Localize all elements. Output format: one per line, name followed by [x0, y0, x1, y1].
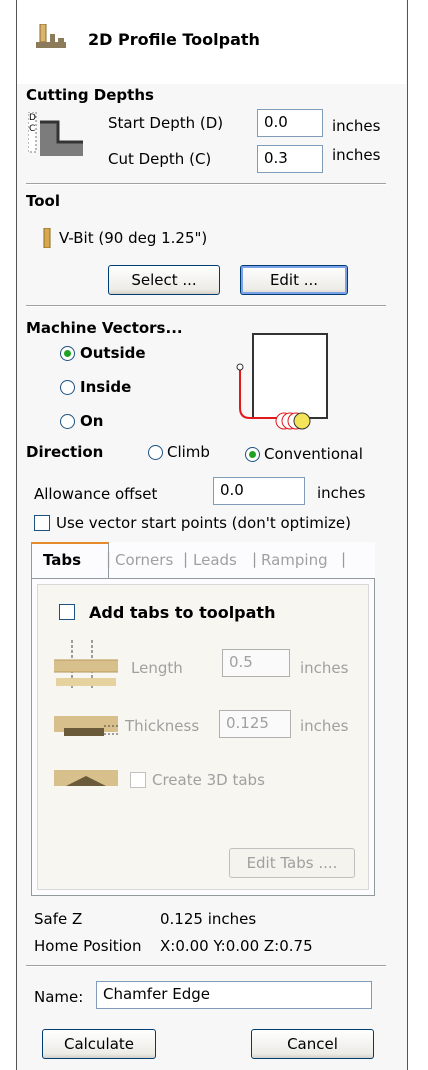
separator [26, 183, 386, 185]
tab-thickness-icon [54, 716, 120, 736]
cutting-depth-diagram-icon [28, 112, 83, 156]
calculate-button[interactable]: Calculate [42, 1029, 156, 1059]
tab-ramping[interactable]: Ramping [261, 551, 328, 569]
tab-leads[interactable]: Leads [193, 551, 237, 569]
tab-divider: | [341, 550, 347, 568]
tool-heading: Tool [26, 192, 60, 210]
home-position-value: X:0.00 Y:0.00 Z:0.75 [160, 937, 313, 955]
create-3d-tabs-checkbox[interactable] [130, 772, 146, 788]
climb-radio[interactable] [148, 445, 163, 460]
on-radio[interactable] [60, 414, 75, 429]
vbit-tool-icon [43, 228, 51, 248]
cut-depth-label: Cut Depth (C) [108, 150, 212, 168]
profile-preview-diagram [236, 333, 328, 430]
start-depth-unit: inches [332, 117, 381, 135]
edit-tool-button[interactable]: Edit ... [240, 265, 348, 295]
cut-depth-input[interactable]: 0.3 [257, 145, 323, 173]
direction-label: Direction [26, 443, 104, 461]
vector-start-points-label[interactable]: Use vector start points (don't optimize) [56, 514, 351, 532]
conventional-label[interactable]: Conventional [264, 445, 363, 463]
tab-length-icon [54, 640, 118, 690]
tab-length-label: Length [131, 659, 183, 677]
depth-d-label: D [29, 113, 36, 123]
tab-corners[interactable]: Corners [115, 551, 173, 569]
conventional-radio[interactable] [245, 447, 260, 462]
start-depth-input[interactable]: 0.0 [257, 109, 323, 137]
vector-start-points-checkbox[interactable] [34, 515, 50, 531]
tab-length-unit: inches [300, 659, 349, 677]
climb-label[interactable]: Climb [167, 443, 210, 461]
separator [26, 305, 386, 307]
add-tabs-checkbox[interactable] [59, 604, 75, 620]
name-input[interactable]: Chamfer Edge [96, 981, 372, 1009]
outside-radio[interactable] [60, 346, 75, 361]
tab-thickness-input[interactable]: 0.125 [219, 710, 291, 738]
add-tabs-label[interactable]: Add tabs to toolpath [89, 603, 275, 622]
name-label: Name: [34, 988, 84, 1006]
create-3d-tabs-label[interactable]: Create 3D tabs [152, 771, 265, 789]
cancel-button[interactable]: Cancel [251, 1029, 374, 1059]
select-tool-button[interactable]: Select ... [108, 265, 220, 295]
inside-radio[interactable] [60, 380, 75, 395]
panel-title: 2D Profile Toolpath [88, 30, 260, 49]
cutting-depths-heading: Cutting Depths [26, 86, 154, 104]
tab-divider: | [252, 550, 258, 568]
outside-label[interactable]: Outside [80, 344, 146, 362]
tab-divider: | [106, 550, 112, 568]
profile-toolpath-icon [36, 24, 66, 48]
inside-label[interactable]: Inside [80, 378, 131, 396]
tab-tabs[interactable]: Tabs [43, 551, 81, 569]
tab-3d-icon [54, 770, 118, 786]
separator [26, 965, 386, 967]
tool-name: V-Bit (90 deg 1.25") [59, 229, 208, 247]
tab-length-input[interactable]: 0.5 [222, 649, 290, 677]
cut-depth-unit: inches [332, 146, 381, 164]
start-depth-label: Start Depth (D) [108, 114, 224, 132]
tab-divider: | [183, 550, 189, 568]
edit-tabs-button[interactable]: Edit Tabs .... [229, 848, 355, 878]
depth-c-label: C [29, 124, 36, 134]
tab-thickness-label: Thickness [125, 717, 200, 735]
allowance-unit: inches [317, 484, 366, 502]
safe-z-value: 0.125 inches [160, 910, 257, 928]
safe-z-label: Safe Z [34, 910, 83, 928]
allowance-input[interactable]: 0.0 [213, 477, 305, 505]
tab-thickness-unit: inches [300, 717, 349, 735]
allowance-label: Allowance offset [34, 485, 158, 503]
home-position-label: Home Position [34, 937, 142, 955]
machine-vectors-heading: Machine Vectors... [26, 319, 183, 337]
on-label[interactable]: On [80, 412, 103, 430]
